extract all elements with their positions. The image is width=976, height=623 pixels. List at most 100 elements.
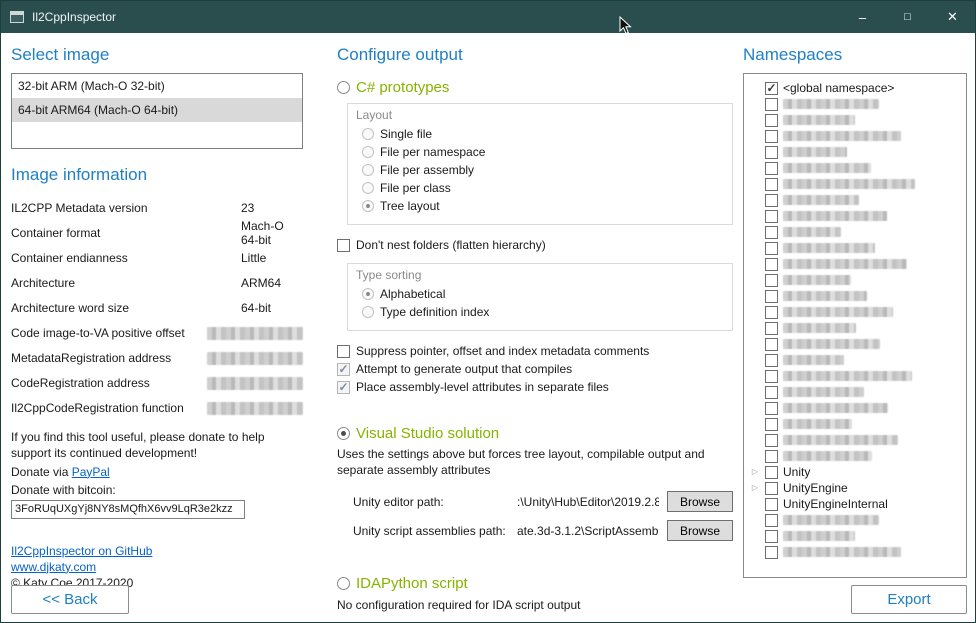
image-list-item[interactable]: 64-bit ARM64 (Mach-O 64-bit) — [12, 98, 302, 122]
namespace-checkbox[interactable] — [765, 146, 778, 159]
visual-studio-radio[interactable]: Visual Studio solution — [337, 425, 733, 441]
flatten-checkbox-row[interactable]: Don't nest folders (flatten hierarchy) — [337, 237, 733, 253]
namespace-checkbox[interactable] — [765, 530, 778, 543]
namespace-row[interactable] — [748, 160, 962, 176]
namespace-checkbox[interactable] — [765, 306, 778, 319]
namespace-checkbox[interactable] — [765, 290, 778, 303]
browse-button[interactable]: Browse — [667, 491, 733, 512]
radio-option-tree-layout[interactable]: Tree layout — [362, 198, 722, 214]
radio-option-single-file[interactable]: Single file — [362, 126, 722, 142]
namespace-checkbox[interactable] — [765, 194, 778, 207]
github-link[interactable]: Il2CppInspector on GitHub — [11, 544, 152, 558]
namespace-checkbox[interactable] — [765, 338, 778, 351]
namespace-row[interactable] — [748, 336, 962, 352]
namespace-checkbox[interactable] — [765, 482, 778, 495]
namespace-row[interactable] — [748, 448, 962, 464]
minimize-button[interactable]: – — [840, 1, 885, 33]
namespace-checkbox[interactable] — [765, 434, 778, 447]
checkbox-option-attempt-to-generate-output-that-[interactable]: Attempt to generate output that compiles — [337, 361, 733, 377]
paypal-link[interactable]: PayPal — [72, 465, 110, 479]
namespace-checkbox[interactable] — [765, 98, 778, 111]
radio-option-type-definition-index[interactable]: Type definition index — [362, 304, 722, 320]
info-row: CodeRegistration address — [11, 370, 303, 395]
namespace-row[interactable] — [748, 176, 962, 192]
namespace-row[interactable] — [748, 240, 962, 256]
namespace-row[interactable]: <global namespace> — [748, 80, 962, 96]
radio-option-file-per-class[interactable]: File per class — [362, 180, 722, 196]
namespace-checkbox[interactable] — [765, 322, 778, 335]
close-button[interactable]: ✕ — [930, 1, 975, 33]
browse-button[interactable]: Browse — [667, 520, 733, 541]
namespace-row[interactable] — [748, 304, 962, 320]
namespace-checkbox[interactable] — [765, 178, 778, 191]
namespace-checkbox[interactable] — [765, 82, 778, 95]
image-list-item[interactable]: 32-bit ARM (Mach-O 32-bit) — [12, 74, 302, 98]
namespace-row[interactable] — [748, 128, 962, 144]
website-link[interactable]: www.djkaty.com — [11, 560, 96, 574]
app-icon — [10, 11, 24, 23]
radio-label: File per namespace — [380, 145, 485, 159]
bitcoin-address-input[interactable] — [11, 500, 245, 519]
namespace-checkbox[interactable] — [765, 130, 778, 143]
namespace-checkbox[interactable] — [765, 546, 778, 559]
namespace-checkbox[interactable] — [765, 114, 778, 127]
namespace-row[interactable] — [748, 432, 962, 448]
namespace-checkbox[interactable] — [765, 514, 778, 527]
redacted-namespace-label — [783, 115, 855, 125]
namespace-checkbox[interactable] — [765, 258, 778, 271]
namespace-checkbox[interactable] — [765, 162, 778, 175]
namespace-checkbox[interactable] — [765, 242, 778, 255]
namespace-checkbox[interactable] — [765, 354, 778, 367]
namespace-row[interactable] — [748, 512, 962, 528]
namespace-checkbox[interactable] — [765, 418, 778, 431]
radio-option-file-per-assembly[interactable]: File per assembly — [362, 162, 722, 178]
namespace-row[interactable] — [748, 368, 962, 384]
checkbox-icon — [337, 363, 350, 376]
image-listbox[interactable]: 32-bit ARM (Mach-O 32-bit)64-bit ARM64 (… — [11, 73, 303, 149]
maximize-button[interactable]: □ — [885, 1, 930, 33]
namespace-checkbox[interactable] — [765, 450, 778, 463]
namespace-row[interactable]: ▷Unity — [748, 464, 962, 480]
namespace-checkbox[interactable] — [765, 498, 778, 511]
namespace-checkbox[interactable] — [765, 466, 778, 479]
radio-option-file-per-namespace[interactable]: File per namespace — [362, 144, 722, 160]
namespace-row[interactable] — [748, 144, 962, 160]
namespace-row[interactable] — [748, 208, 962, 224]
checkbox-option-suppress-pointer-offset-and-inde[interactable]: Suppress pointer, offset and index metad… — [337, 343, 733, 359]
expander-icon[interactable]: ▷ — [750, 480, 760, 496]
namespace-row[interactable] — [748, 288, 962, 304]
namespace-row[interactable] — [748, 544, 962, 560]
namespace-row[interactable] — [748, 272, 962, 288]
namespace-row[interactable] — [748, 192, 962, 208]
redacted-namespace-label — [783, 227, 841, 237]
namespace-checkbox[interactable] — [765, 274, 778, 287]
idapython-radio[interactable]: IDAPython script — [337, 576, 733, 592]
expander-icon[interactable]: ▷ — [750, 464, 760, 480]
namespace-checkbox[interactable] — [765, 210, 778, 223]
namespace-checkbox[interactable] — [765, 226, 778, 239]
namespace-row[interactable] — [748, 352, 962, 368]
namespace-row[interactable]: ▷UnityEngine — [748, 480, 962, 496]
export-button[interactable]: Export — [851, 585, 967, 614]
redacted-namespace-label — [783, 147, 847, 157]
namespace-checkbox[interactable] — [765, 402, 778, 415]
checkbox-option-place-assembly-level-attributes-[interactable]: Place assembly-level attributes in separ… — [337, 379, 733, 395]
namespace-row[interactable] — [748, 400, 962, 416]
namespace-row[interactable] — [748, 320, 962, 336]
namespace-checkbox[interactable] — [765, 386, 778, 399]
namespace-checkbox[interactable] — [765, 370, 778, 383]
namespace-row[interactable] — [748, 416, 962, 432]
back-button[interactable]: << Back — [11, 585, 129, 614]
namespace-row[interactable]: UnityEngineInternal — [748, 496, 962, 512]
namespace-row[interactable] — [748, 528, 962, 544]
namespace-tree[interactable]: <global namespace> ▷Unity▷UnityEngineUnit… — [743, 73, 967, 578]
csharp-prototypes-radio[interactable]: C# prototypes — [337, 79, 733, 95]
namespace-row[interactable] — [748, 256, 962, 272]
namespace-row[interactable] — [748, 384, 962, 400]
redacted-value — [207, 327, 303, 340]
namespace-row[interactable] — [748, 96, 962, 112]
namespace-row[interactable] — [748, 224, 962, 240]
info-label: IL2CPP Metadata version — [11, 201, 241, 215]
namespace-row[interactable] — [748, 112, 962, 128]
radio-option-alphabetical[interactable]: Alphabetical — [362, 286, 722, 302]
